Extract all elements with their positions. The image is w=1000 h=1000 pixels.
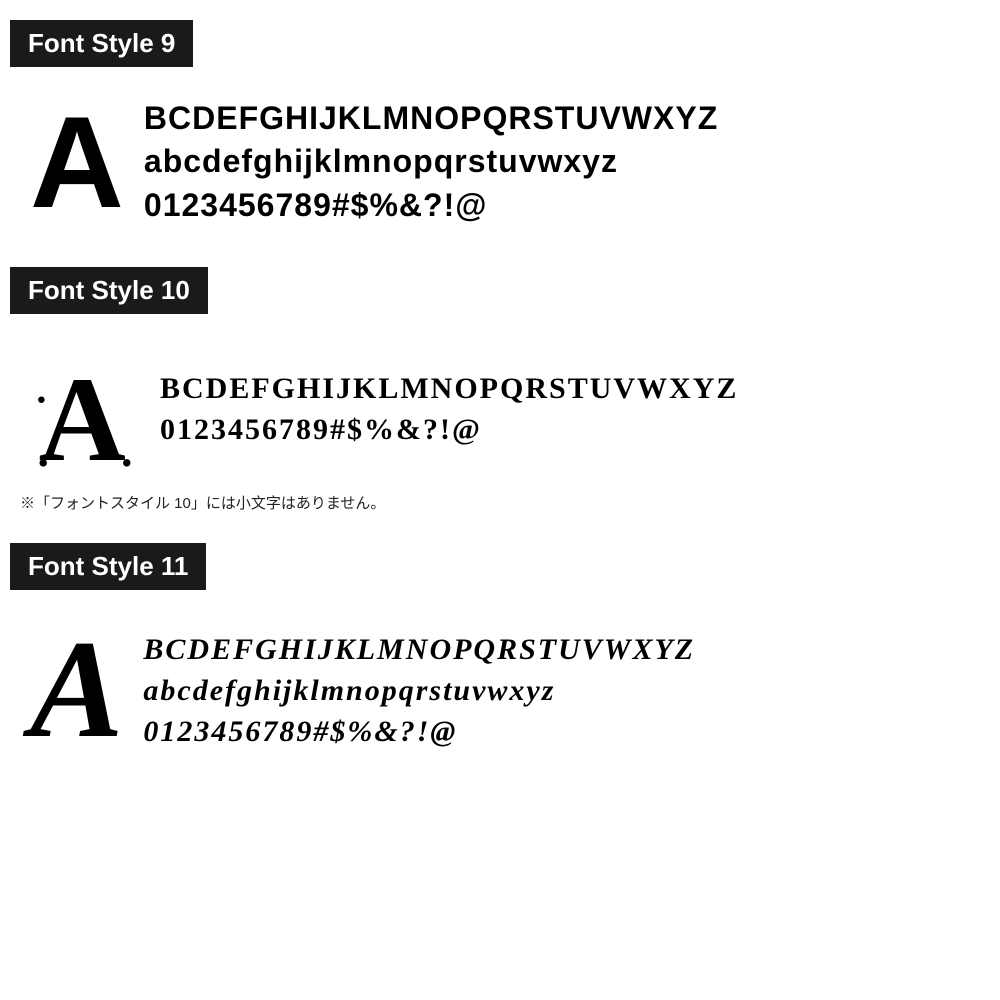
charset-line-style11-1: abcdefghijklmnopqrstuvwxyz bbox=[143, 671, 695, 710]
note-style10: ※「フォントスタイル 10」には小文字はありません。 bbox=[20, 492, 990, 513]
charset-line-style11-2: 0123456789#$%&?!@ bbox=[143, 712, 695, 751]
section-style10: Font Style 10 A BCDEFGHIJKLMNOPQRSTUVWXY… bbox=[10, 267, 990, 513]
big-letter-style11: A bbox=[30, 620, 123, 760]
section-header-style9: Font Style 9 bbox=[10, 20, 193, 67]
section-header-style10: Font Style 10 bbox=[10, 267, 208, 314]
charset-line-style9-0: BCDEFGHIJKLMNOPQRSTUVWXYZ bbox=[144, 98, 718, 140]
charset-line-style9-1: abcdefghijklmnopqrstuvwxyz bbox=[144, 141, 718, 183]
section-style11: Font Style 11 A BCDEFGHIJKLMNOPQRSTUVWXY… bbox=[10, 543, 990, 770]
charset-style10: BCDEFGHIJKLMNOPQRSTUVWXYZ 0123456789#$%&… bbox=[160, 369, 738, 449]
big-letter-style10: A bbox=[30, 344, 140, 474]
charset-line-style11-0: BCDEFGHIJKLMNOPQRSTUVWXYZ bbox=[143, 630, 695, 669]
charset-style11: BCDEFGHIJKLMNOPQRSTUVWXYZ abcdefghijklmn… bbox=[143, 630, 695, 751]
charset-line-style10-1: 0123456789#$%&?!@ bbox=[160, 410, 738, 449]
font-demo-style9: A BCDEFGHIJKLMNOPQRSTUVWXYZ abcdefghijkl… bbox=[10, 87, 990, 237]
charset-line-style10-0: BCDEFGHIJKLMNOPQRSTUVWXYZ bbox=[160, 369, 738, 408]
font-demo-style11: A BCDEFGHIJKLMNOPQRSTUVWXYZ abcdefghijkl… bbox=[10, 610, 990, 770]
section-style9: Font Style 9 A BCDEFGHIJKLMNOPQRSTUVWXYZ… bbox=[10, 20, 990, 237]
charset-style9: BCDEFGHIJKLMNOPQRSTUVWXYZ abcdefghijklmn… bbox=[144, 98, 718, 227]
section-header-style11: Font Style 11 bbox=[10, 543, 206, 590]
big-letter-style9: A bbox=[30, 97, 124, 227]
font-demo-style10: A BCDEFGHIJKLMNOPQRSTUVWXYZ 0123456789#$… bbox=[10, 334, 990, 484]
svg-text:A: A bbox=[39, 353, 126, 474]
charset-line-style9-2: 0123456789#$%&?!@ bbox=[144, 185, 718, 227]
